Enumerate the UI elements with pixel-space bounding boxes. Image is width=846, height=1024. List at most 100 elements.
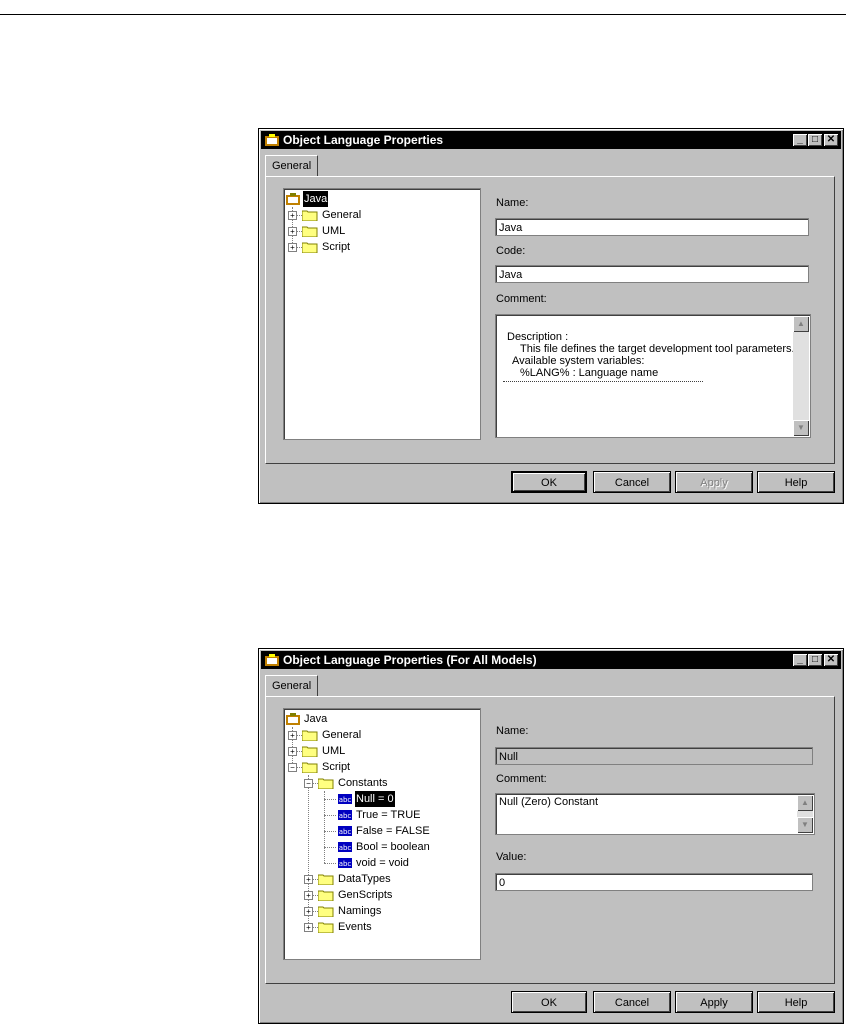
tree-item-void[interactable]: abc void = void <box>338 855 410 871</box>
tree-item-label: UML <box>322 745 346 757</box>
tree-item-label: General <box>322 209 362 221</box>
tree-item-namings[interactable]: Namings <box>318 903 382 919</box>
close-button[interactable]: ✕ <box>824 654 838 666</box>
comment-line: Description : <box>507 331 569 343</box>
tree-item-true[interactable]: abc True = TRUE <box>338 807 422 823</box>
abc-icon: abc <box>338 826 352 837</box>
app-icon <box>265 654 279 666</box>
expand-icon[interactable]: + <box>304 891 313 900</box>
maximize-button[interactable]: □ <box>808 134 822 146</box>
collapse-icon[interactable]: − <box>304 779 313 788</box>
page-rule <box>0 14 846 15</box>
tree-item-general[interactable]: General <box>302 727 362 743</box>
close-button[interactable]: ✕ <box>824 134 838 146</box>
minimize-button[interactable]: _ <box>793 134 807 146</box>
tree-item-false[interactable]: abc False = FALSE <box>338 823 431 839</box>
tab-general[interactable]: General <box>265 675 319 696</box>
vertical-scrollbar[interactable]: ▲ ▼ <box>797 795 813 833</box>
svg-text:abc: abc <box>339 860 352 868</box>
abc-icon: abc <box>338 794 352 805</box>
ok-button[interactable]: OK <box>511 991 587 1013</box>
folder-icon <box>302 746 318 758</box>
apply-button[interactable]: Apply <box>675 471 753 493</box>
cancel-button[interactable]: Cancel <box>593 471 671 493</box>
comment-label: Comment: <box>496 293 547 305</box>
scroll-down-icon[interactable]: ▼ <box>793 420 809 436</box>
tree-item-java[interactable]: Java <box>286 190 330 208</box>
tree-item-null[interactable]: abc Null = 0 <box>338 790 396 808</box>
open-folder-icon <box>302 762 318 774</box>
comment-line: %LANG% : Language name <box>520 367 659 379</box>
abc-icon: abc <box>338 842 352 853</box>
svg-text:abc: abc <box>339 796 352 804</box>
tab-general[interactable]: General <box>265 155 319 176</box>
window-title: Object Language Properties (For All Mode… <box>283 653 537 667</box>
expand-icon[interactable]: + <box>304 907 313 916</box>
tree-item-label: Script <box>322 241 351 253</box>
tree-item-constants[interactable]: Constants <box>318 775 389 791</box>
name-label: Name: <box>496 725 529 737</box>
folder-icon <box>302 730 318 742</box>
comment-text: Null (Zero) Constant <box>499 796 599 808</box>
name-label: Name: <box>496 197 529 209</box>
expand-icon[interactable]: + <box>304 875 313 884</box>
expand-icon[interactable]: + <box>304 923 313 932</box>
help-button[interactable]: Help <box>757 471 835 493</box>
expand-icon[interactable]: + <box>288 211 297 220</box>
maximize-button[interactable]: □ <box>808 654 822 666</box>
code-field[interactable]: Java <box>495 265 809 283</box>
tree-item-bool[interactable]: abc Bool = boolean <box>338 839 431 855</box>
cancel-button[interactable]: Cancel <box>593 991 671 1013</box>
expand-icon[interactable]: + <box>288 243 297 252</box>
abc-icon: abc <box>338 858 352 869</box>
object-tree[interactable]: Java + General + UML − Script − Constant… <box>283 708 481 960</box>
tab-label: General <box>272 160 312 172</box>
object-language-properties-dialog: Object Language Properties _ □ ✕ General… <box>258 128 844 504</box>
tree-item-label: True = TRUE <box>356 809 421 821</box>
minimize-button[interactable]: _ <box>793 654 807 666</box>
object-language-properties-all-models-dialog: Object Language Properties (For All Mode… <box>258 648 844 1024</box>
title-bar[interactable]: Object Language Properties _ □ ✕ <box>261 131 841 149</box>
model-icon <box>286 193 300 206</box>
comment-textarea[interactable]: Description : This file defines the targ… <box>495 314 811 438</box>
object-tree[interactable]: Java + General + UML + Script <box>283 188 481 440</box>
vertical-scrollbar[interactable]: ▲ ▼ <box>793 316 809 436</box>
value-field[interactable]: 0 <box>495 873 813 891</box>
tree-item-uml[interactable]: UML <box>302 743 346 759</box>
scroll-up-icon[interactable]: ▲ <box>793 316 809 332</box>
name-field[interactable]: Java <box>495 218 809 236</box>
folder-icon <box>318 922 334 934</box>
tree-item-label: False = FALSE <box>356 825 430 837</box>
window-title: Object Language Properties <box>283 133 444 147</box>
tree-item-script[interactable]: Script <box>302 239 351 255</box>
title-bar[interactable]: Object Language Properties (For All Mode… <box>261 651 841 669</box>
expand-icon[interactable]: + <box>288 227 297 236</box>
comment-textarea[interactable]: Null (Zero) Constant ▲ ▼ <box>495 793 815 835</box>
help-button[interactable]: Help <box>757 991 835 1013</box>
collapse-icon[interactable]: − <box>288 763 297 772</box>
apply-button[interactable]: Apply <box>675 991 753 1013</box>
scroll-up-icon[interactable]: ▲ <box>797 795 813 811</box>
tree-item-general[interactable]: General <box>302 207 362 223</box>
tree-item-datatypes[interactable]: DataTypes <box>318 871 392 887</box>
folder-icon <box>318 890 334 902</box>
comment-line: This file defines the target development… <box>520 343 795 355</box>
tree-item-java[interactable]: Java <box>286 711 328 727</box>
tree-item-uml[interactable]: UML <box>302 223 346 239</box>
open-folder-icon <box>318 778 334 790</box>
tree-item-script[interactable]: Script <box>302 759 351 775</box>
expand-icon[interactable]: + <box>288 731 297 740</box>
expand-icon[interactable]: + <box>288 747 297 756</box>
folder-icon <box>318 906 334 918</box>
abc-icon: abc <box>338 810 352 821</box>
tree-item-label: Namings <box>338 905 382 917</box>
comment-line: Available system variables: <box>512 355 645 367</box>
name-field[interactable]: Null <box>495 747 813 765</box>
value-label: Value: <box>496 851 527 863</box>
scroll-down-icon[interactable]: ▼ <box>797 817 813 833</box>
ok-button[interactable]: OK <box>511 471 587 493</box>
tree-item-label: Bool = boolean <box>356 841 430 853</box>
tree-item-events[interactable]: Events <box>318 919 373 935</box>
tree-item-genscripts[interactable]: GenScripts <box>318 887 393 903</box>
tree-item-label: UML <box>322 225 346 237</box>
